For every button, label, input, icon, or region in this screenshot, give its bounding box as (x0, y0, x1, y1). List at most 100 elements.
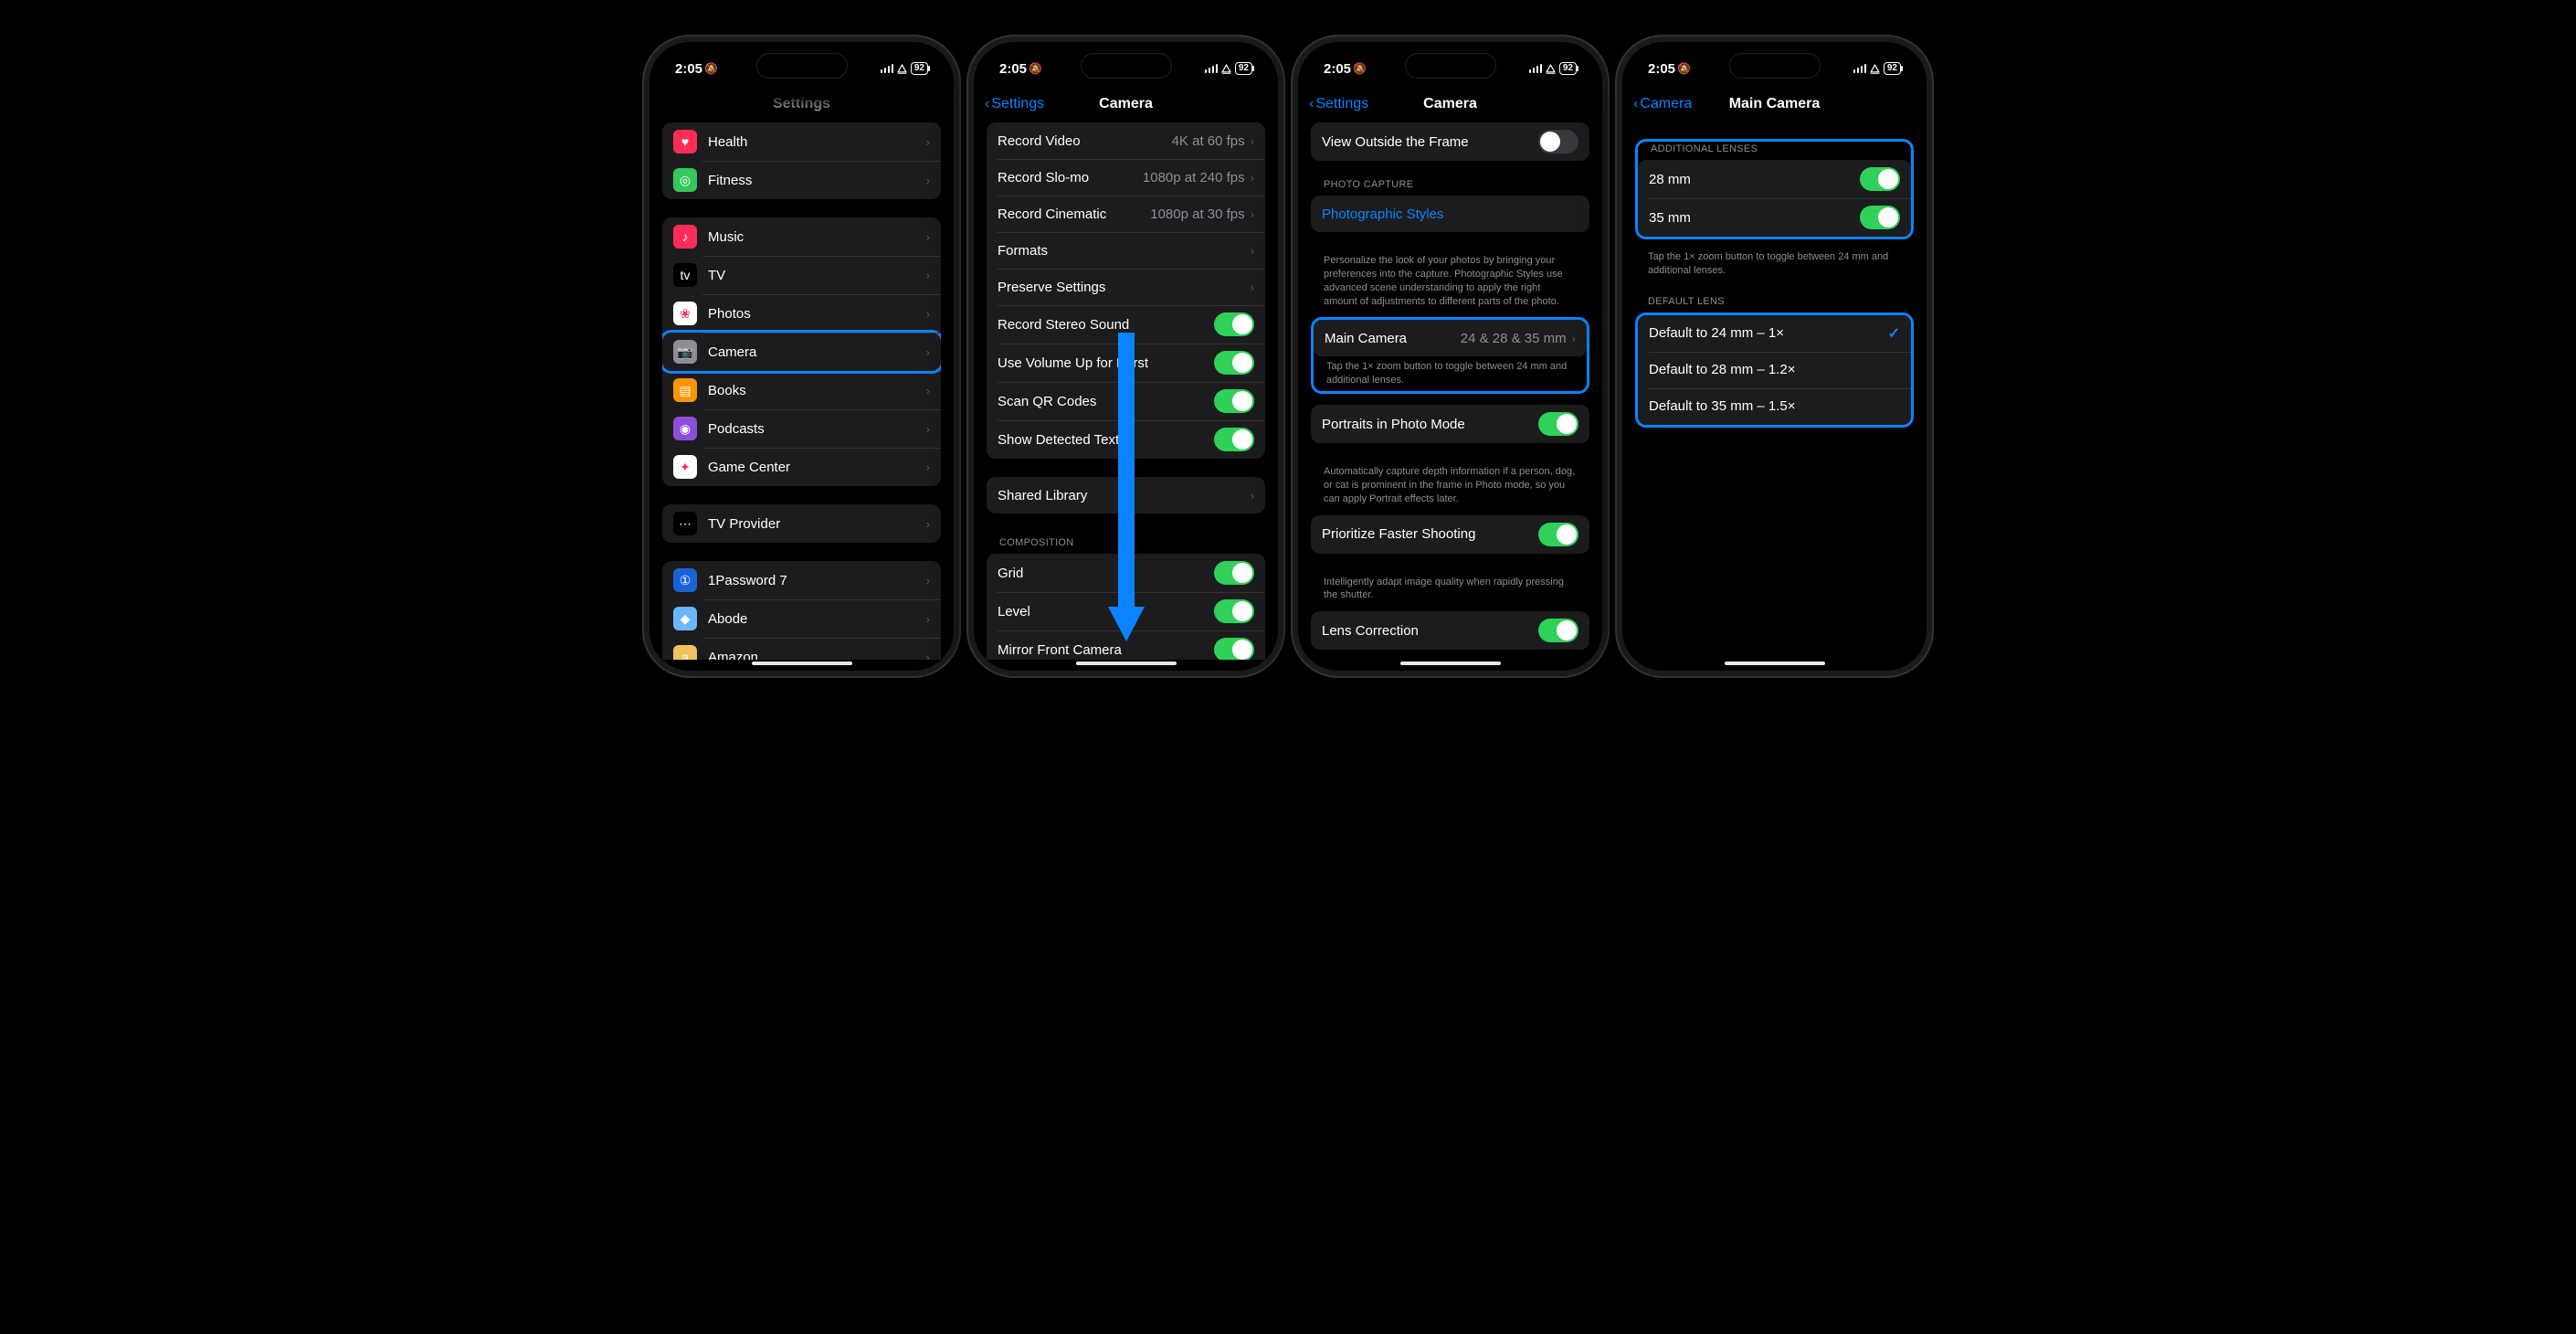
row-photos[interactable]: ❀Photos› (662, 294, 941, 333)
chevron-right-icon: › (926, 517, 930, 531)
row-amazon[interactable]: aAmazon› (662, 638, 941, 660)
home-indicator[interactable] (752, 662, 852, 665)
switch-view-outside[interactable] (1538, 130, 1578, 154)
wifi-icon: ⧋ (1546, 62, 1556, 76)
row-tv[interactable]: tvTV› (662, 256, 941, 294)
row-default-to-28-mm-–-1.2×[interactable]: Default to 28 mm – 1.2× (1638, 352, 1911, 388)
row-value: 24 & 28 & 35 mm (1461, 331, 1567, 346)
signal-icon (1853, 64, 1867, 73)
row-label: TV Provider (708, 516, 926, 532)
row-podcasts[interactable]: ◉Podcasts› (662, 409, 941, 448)
back-button[interactable]: ‹ Camera (1633, 96, 1692, 112)
row-label: Record Slo-mo (998, 170, 1143, 185)
home-indicator[interactable] (1725, 662, 1825, 665)
row-28-mm[interactable]: 28 mm (1638, 160, 1911, 198)
row-default-to-35-mm-–-1.5×[interactable]: Default to 35 mm – 1.5× (1638, 388, 1911, 425)
switch-mirror-front-camera[interactable] (1214, 638, 1254, 660)
notch (1405, 53, 1496, 79)
row-camera[interactable]: 📷Camera› (662, 333, 941, 371)
home-indicator[interactable] (1400, 662, 1501, 665)
group-shared-library: Shared Library› (987, 477, 1265, 513)
chevron-right-icon: › (926, 135, 930, 149)
row-label: Default to 24 mm – 1× (1649, 325, 1888, 341)
chevron-right-icon: › (1251, 244, 1254, 258)
status-time: 2:05 (1648, 61, 1675, 77)
row-fitness[interactable]: ◎Fitness› (662, 161, 941, 199)
page-title: Settings (773, 96, 830, 112)
switch-level[interactable] (1214, 599, 1254, 623)
chevron-right-icon: › (926, 461, 930, 474)
switch-pfs[interactable] (1538, 523, 1578, 546)
battery-icon: 92 (1884, 62, 1901, 75)
switch-scan-qr-codes[interactable] (1214, 389, 1254, 413)
chevron-right-icon: › (926, 307, 930, 321)
back-button[interactable]: ‹ Settings (985, 96, 1044, 112)
row-label: TV (708, 268, 926, 283)
row-record-slo-mo[interactable]: Record Slo-mo1080p at 240 fps› (987, 159, 1265, 196)
row-music[interactable]: ♪Music› (662, 217, 941, 256)
row-game-center[interactable]: ✦Game Center› (662, 448, 941, 486)
notch (1729, 53, 1821, 79)
switch-record-stereo-sound[interactable] (1214, 312, 1254, 336)
row-scan-qr-codes[interactable]: Scan QR Codes (987, 382, 1265, 420)
row-label: Amazon (708, 650, 926, 661)
row-label: Portraits in Photo Mode (1322, 417, 1538, 432)
row-formats[interactable]: Formats› (987, 232, 1265, 269)
group-media-apps: ♪Music›tvTV›❀Photos›📷Camera›▤Books›◉Podc… (662, 217, 941, 486)
phone-camera-scrolled: 2:05 🔕 ⧋ 92 ‹ Settings Camera View Outsi… (1293, 37, 1608, 676)
chevron-right-icon: › (926, 174, 930, 187)
row-shared-library[interactable]: Shared Library› (987, 477, 1265, 513)
home-indicator[interactable] (1076, 662, 1177, 665)
row-show-detected-text[interactable]: Show Detected Text (987, 420, 1265, 459)
group-default-lens: Default to 24 mm – 1×✓Default to 28 mm –… (1638, 315, 1911, 425)
row-record-video[interactable]: Record Video4K at 60 fps› (987, 122, 1265, 159)
chevron-right-icon: › (926, 230, 930, 244)
row-pfs[interactable]: Prioritize Faster Shooting (1311, 515, 1589, 554)
row-use-volume-up-for-burst[interactable]: Use Volume Up for Burst (987, 344, 1265, 382)
row-view-outside[interactable]: View Outside the Frame (1311, 122, 1589, 161)
row-books[interactable]: ▤Books› (662, 371, 941, 409)
row-photographic-styles[interactable]: Photographic Styles (1311, 196, 1589, 232)
switch-show-detected-text[interactable] (1214, 428, 1254, 451)
page-title: Main Camera (1729, 96, 1821, 112)
status-time: 2:05 (675, 61, 702, 77)
switch-portraits[interactable] (1538, 412, 1578, 436)
books-icon: ▤ (673, 378, 697, 402)
status-time: 2:05 (1324, 61, 1351, 77)
row-35-mm[interactable]: 35 mm (1638, 198, 1911, 237)
row-tv-provider[interactable]: ⋯TV Provider› (662, 504, 941, 543)
row-label: Photos (708, 306, 926, 322)
back-button[interactable]: ‹ Settings (1309, 96, 1368, 112)
row-lens-correction[interactable]: Lens Correction (1311, 611, 1589, 650)
nav-header: ‹ Settings Camera (1298, 86, 1602, 122)
switch-35-mm[interactable] (1860, 206, 1900, 229)
row-1password-7[interactable]: ①1Password 7› (662, 561, 941, 599)
row-value: 1080p at 30 fps (1150, 206, 1244, 222)
chevron-right-icon: › (926, 612, 930, 626)
row-record-cinematic[interactable]: Record Cinematic1080p at 30 fps› (987, 196, 1265, 232)
row-record-stereo-sound[interactable]: Record Stereo Sound (987, 305, 1265, 344)
row-mirror-front-camera[interactable]: Mirror Front Camera (987, 630, 1265, 660)
row-level[interactable]: Level (987, 592, 1265, 630)
switch-28-mm[interactable] (1860, 167, 1900, 191)
switch-lens-correction[interactable] (1538, 619, 1578, 642)
row-portraits[interactable]: Portraits in Photo Mode (1311, 405, 1589, 443)
row-value: 1080p at 240 fps (1143, 170, 1245, 185)
row-label: Podcasts (708, 421, 926, 437)
switch-use-volume-up-for-burst[interactable] (1214, 351, 1254, 375)
row-abode[interactable]: ◆ Abode› (662, 599, 941, 638)
nav-header: ‹ Camera Main Camera (1622, 86, 1927, 122)
status-time: 2:05 (999, 61, 1027, 77)
row-preserve-settings[interactable]: Preserve Settings› (987, 269, 1265, 305)
switch-grid[interactable] (1214, 561, 1254, 585)
row-default-to-24-mm-–-1×[interactable]: Default to 24 mm – 1×✓ (1638, 315, 1911, 352)
phone-settings: 2:05 🔕 ⧋ 92 Settings ♥Health›◎Fitness› ♪… (644, 37, 959, 676)
row-label: Show Detected Text (998, 432, 1214, 448)
row-label: Abode (708, 611, 926, 627)
abode-icon: ◆ (673, 607, 697, 630)
row-grid[interactable]: Grid (987, 554, 1265, 592)
row-main-camera[interactable]: Main Camera 24 & 28 & 35 mm › (1314, 320, 1587, 356)
row-health[interactable]: ♥Health› (662, 122, 941, 161)
note-pfs: Intelligently adapt image quality when r… (1311, 572, 1589, 612)
row-label: Health (708, 134, 926, 150)
